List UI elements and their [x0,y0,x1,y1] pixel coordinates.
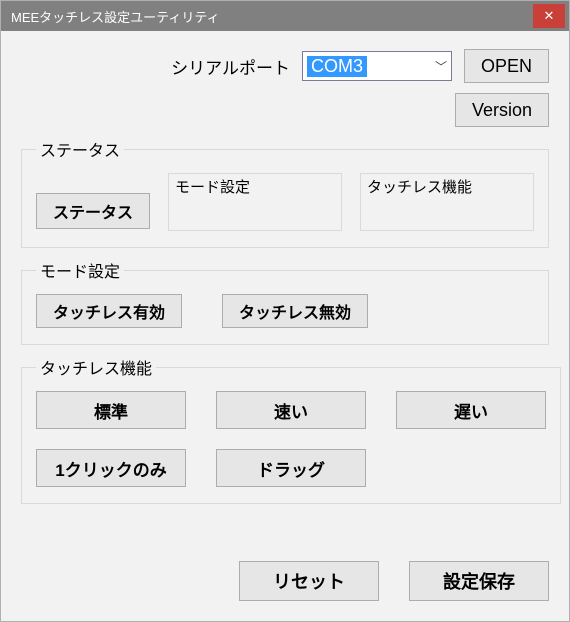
func-fast-button[interactable]: 速い [216,391,366,429]
close-button[interactable]: ✕ [533,4,565,28]
app-window: MEEタッチレス設定ユーティリティ ✕ シリアルポート COM3 ﹀ OPEN … [0,0,570,622]
status-mode-box: モード設定 [168,173,342,231]
bottom-row: リセット 設定保存 [21,561,549,601]
serial-port-combo[interactable]: COM3 ﹀ [302,51,452,81]
chevron-down-icon: ﹀ [429,58,447,75]
status-mode-box-label: モード設定 [169,174,341,199]
save-settings-button[interactable]: 設定保存 [409,561,549,601]
func-oneclick-button[interactable]: 1クリックのみ [36,449,186,487]
version-row: Version [21,93,549,127]
titlebar: MEEタッチレス設定ユーティリティ ✕ [1,1,569,31]
reset-button[interactable]: リセット [239,561,379,601]
func-slow-button[interactable]: 遅い [396,391,546,429]
mode-group-legend: モード設定 [36,258,124,282]
serial-port-label: シリアルポート [171,54,290,79]
serial-port-value: COM3 [307,56,367,77]
mode-group: モード設定 タッチレス有効 タッチレス無効 [21,258,549,345]
version-button[interactable]: Version [455,93,549,127]
window-title: MEEタッチレス設定ユーティリティ [11,7,220,26]
status-group-legend: ステータス [36,137,124,161]
status-button[interactable]: ステータス [36,193,150,229]
status-func-box: タッチレス機能 [360,173,534,231]
touchless-enable-button[interactable]: タッチレス有効 [36,294,182,328]
status-func-box-label: タッチレス機能 [361,174,533,199]
func-group: タッチレス機能 標準 速い 遅い 1クリックのみ ドラッグ [21,355,561,504]
func-group-legend: タッチレス機能 [36,355,156,379]
func-drag-button[interactable]: ドラッグ [216,449,366,487]
open-button[interactable]: OPEN [464,49,549,83]
touchless-disable-button[interactable]: タッチレス無効 [222,294,368,328]
serial-row: シリアルポート COM3 ﹀ OPEN [21,49,549,83]
client-area: シリアルポート COM3 ﹀ OPEN Version ステータス ステータス … [1,31,569,621]
func-standard-button[interactable]: 標準 [36,391,186,429]
status-group: ステータス ステータス モード設定 タッチレス機能 [21,137,549,248]
close-icon: ✕ [544,8,555,24]
status-button-wrap: ステータス [36,173,150,231]
